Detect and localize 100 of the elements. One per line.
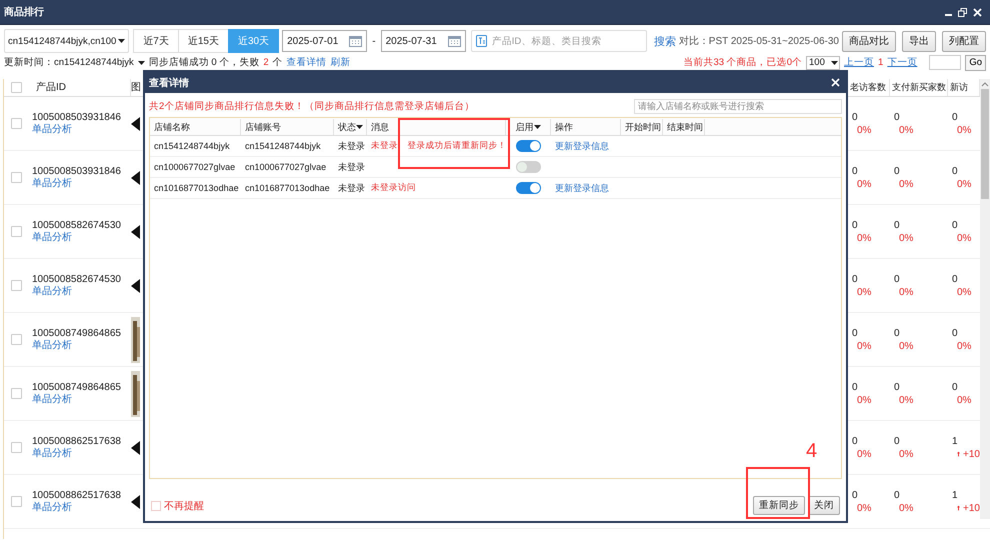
toolbar-button[interactable]: 导出 bbox=[902, 30, 936, 52]
login-status: 未登录 bbox=[338, 182, 365, 194]
product-id: 1005008862517638 bbox=[32, 490, 122, 502]
remind-label: 不再提醒 bbox=[164, 500, 204, 512]
metric-value: 1 bbox=[952, 434, 959, 448]
column-header: 结束时间 bbox=[667, 120, 703, 134]
metric-value: 0 bbox=[952, 272, 959, 286]
search-field[interactable]: 产品ID、标题、类目搜索 bbox=[470, 30, 647, 52]
status-link[interactable]: 查看详情 bbox=[286, 56, 327, 69]
shop-dropdown[interactable]: cn1541248744bjyk,cn100 bbox=[4, 29, 130, 53]
metric-change: 0% bbox=[899, 448, 914, 460]
range-tab[interactable]: 近30天 bbox=[228, 29, 280, 53]
metric-change: 0% bbox=[957, 124, 972, 136]
shop-account: cn1016877013odhae bbox=[245, 183, 330, 193]
row-checkbox[interactable] bbox=[11, 388, 22, 399]
shop-name: cn1016877013odhae bbox=[154, 183, 239, 193]
metric-value: 0 bbox=[852, 272, 859, 286]
column-header: 产品ID bbox=[32, 79, 131, 96]
update-time-label: 更新时间：cn1541248744bjyk bbox=[4, 56, 134, 69]
metric-change: 0% bbox=[899, 232, 914, 244]
enable-toggle[interactable] bbox=[516, 182, 541, 194]
caret-icon bbox=[830, 60, 838, 64]
dialog-button[interactable]: 重新同步 bbox=[753, 496, 805, 515]
analysis-link[interactable]: 单品分析 bbox=[32, 394, 72, 404]
shop-search-field[interactable]: 请输入店铺名称或账号进行搜索 bbox=[634, 98, 842, 114]
remind-checkbox[interactable] bbox=[151, 500, 161, 510]
metric-value: 0 bbox=[852, 164, 859, 178]
row-checkbox[interactable] bbox=[11, 442, 22, 453]
select-all-checkbox[interactable] bbox=[11, 82, 22, 93]
current-page: 1 bbox=[878, 57, 884, 68]
row-checkbox[interactable] bbox=[11, 226, 22, 237]
enable-toggle[interactable] bbox=[516, 140, 541, 152]
analysis-link[interactable]: 单品分析 bbox=[32, 232, 72, 242]
column-header: 启用 bbox=[516, 120, 534, 134]
column-header: 支付新买家数 bbox=[890, 79, 948, 96]
shop-account: cn1000677027glvae bbox=[245, 162, 326, 172]
update-login-link[interactable]: 更新登录信息 bbox=[555, 140, 609, 152]
close-icon bbox=[973, 8, 982, 16]
analysis-link[interactable]: 单品分析 bbox=[32, 340, 72, 350]
metric-change: 0% bbox=[857, 286, 872, 298]
range-tab[interactable]: 近7天 bbox=[133, 29, 179, 53]
metric-change: 0% bbox=[899, 502, 914, 514]
go-button[interactable]: Go bbox=[965, 54, 986, 70]
column-header: 操作 bbox=[555, 120, 573, 134]
search-link[interactable]: 搜索 bbox=[654, 34, 676, 48]
dialog-title: 查看详情 bbox=[149, 76, 189, 90]
analysis-link[interactable]: 单品分析 bbox=[32, 448, 72, 458]
row-checkbox[interactable] bbox=[11, 280, 22, 291]
count-unit: 个 bbox=[272, 56, 283, 69]
update-login-link[interactable]: 更新登录信息 bbox=[555, 182, 609, 194]
analysis-link[interactable]: 单品分析 bbox=[32, 502, 72, 512]
metric-value: 0 bbox=[852, 434, 859, 448]
metric-value: 0 bbox=[852, 218, 859, 232]
sync-result: 同步店铺成功 0 个，失败 bbox=[148, 56, 260, 69]
shop-account: cn1541248744bjyk bbox=[245, 141, 321, 151]
page-size-dropdown[interactable]: 100 bbox=[806, 56, 840, 70]
shop-name: cn1541248744bjyk bbox=[154, 141, 230, 151]
metric-value: 0 bbox=[852, 488, 859, 502]
column-header: 消息 bbox=[371, 120, 389, 134]
annotation-number: 4 bbox=[806, 440, 818, 462]
analysis-link[interactable]: 单品分析 bbox=[32, 286, 72, 296]
column-header: 图 bbox=[131, 81, 141, 95]
calendar-icon bbox=[349, 35, 362, 47]
metric-value: 0 bbox=[894, 110, 901, 124]
next-page-link[interactable]: 下一页 bbox=[887, 56, 918, 69]
metric-change: 0% bbox=[857, 502, 872, 514]
enable-toggle[interactable] bbox=[516, 161, 541, 173]
error-message: 共2个店铺同步商品排行信息失败！（同步商品排行信息需登录店铺后台） bbox=[149, 100, 474, 112]
row-checkbox[interactable] bbox=[11, 334, 22, 345]
column-header: 店铺名称 bbox=[154, 120, 190, 134]
toolbar-button[interactable]: 列配置 bbox=[942, 30, 986, 52]
metric-value: 0 bbox=[952, 110, 959, 124]
metric-value: 0 bbox=[894, 488, 901, 502]
date-field[interactable]: 2025-07-31 bbox=[380, 30, 466, 52]
dialog-button[interactable]: 关闭 bbox=[808, 496, 840, 515]
status-message: 未登录 登录成功后请重新同步！ bbox=[371, 140, 506, 152]
metric-change: 0% bbox=[857, 124, 872, 136]
analysis-link[interactable]: 单品分析 bbox=[32, 124, 72, 134]
metric-value: 0 bbox=[952, 380, 959, 394]
close-icon bbox=[831, 78, 840, 87]
login-status: 未登录 bbox=[338, 140, 365, 152]
page-input[interactable] bbox=[929, 55, 962, 70]
row-checkbox[interactable] bbox=[11, 496, 22, 507]
metric-value: 0 bbox=[952, 218, 959, 232]
minimize-icon bbox=[945, 14, 952, 16]
date-field[interactable]: 2025-07-01 bbox=[282, 30, 368, 52]
metric-change: 0% bbox=[957, 286, 972, 298]
toolbar-button[interactable]: 商品对比 bbox=[842, 30, 896, 52]
compare-range: 对比：PST 2025-05-31~2025-06-30 bbox=[678, 34, 839, 48]
row-checkbox[interactable] bbox=[11, 118, 22, 129]
row-checkbox[interactable] bbox=[11, 172, 22, 183]
up-arrow-icon bbox=[957, 504, 960, 512]
login-status: 未登录 bbox=[338, 160, 365, 174]
status-link[interactable]: 刷新 bbox=[330, 56, 351, 69]
column-header: 店铺账号 bbox=[245, 120, 281, 134]
date-separator: - bbox=[371, 36, 377, 46]
prev-page-link[interactable]: 上一页 bbox=[844, 56, 874, 69]
analysis-link[interactable]: 单品分析 bbox=[32, 178, 72, 188]
metric-change: 0% bbox=[899, 340, 914, 352]
range-tab[interactable]: 近15天 bbox=[178, 29, 229, 53]
